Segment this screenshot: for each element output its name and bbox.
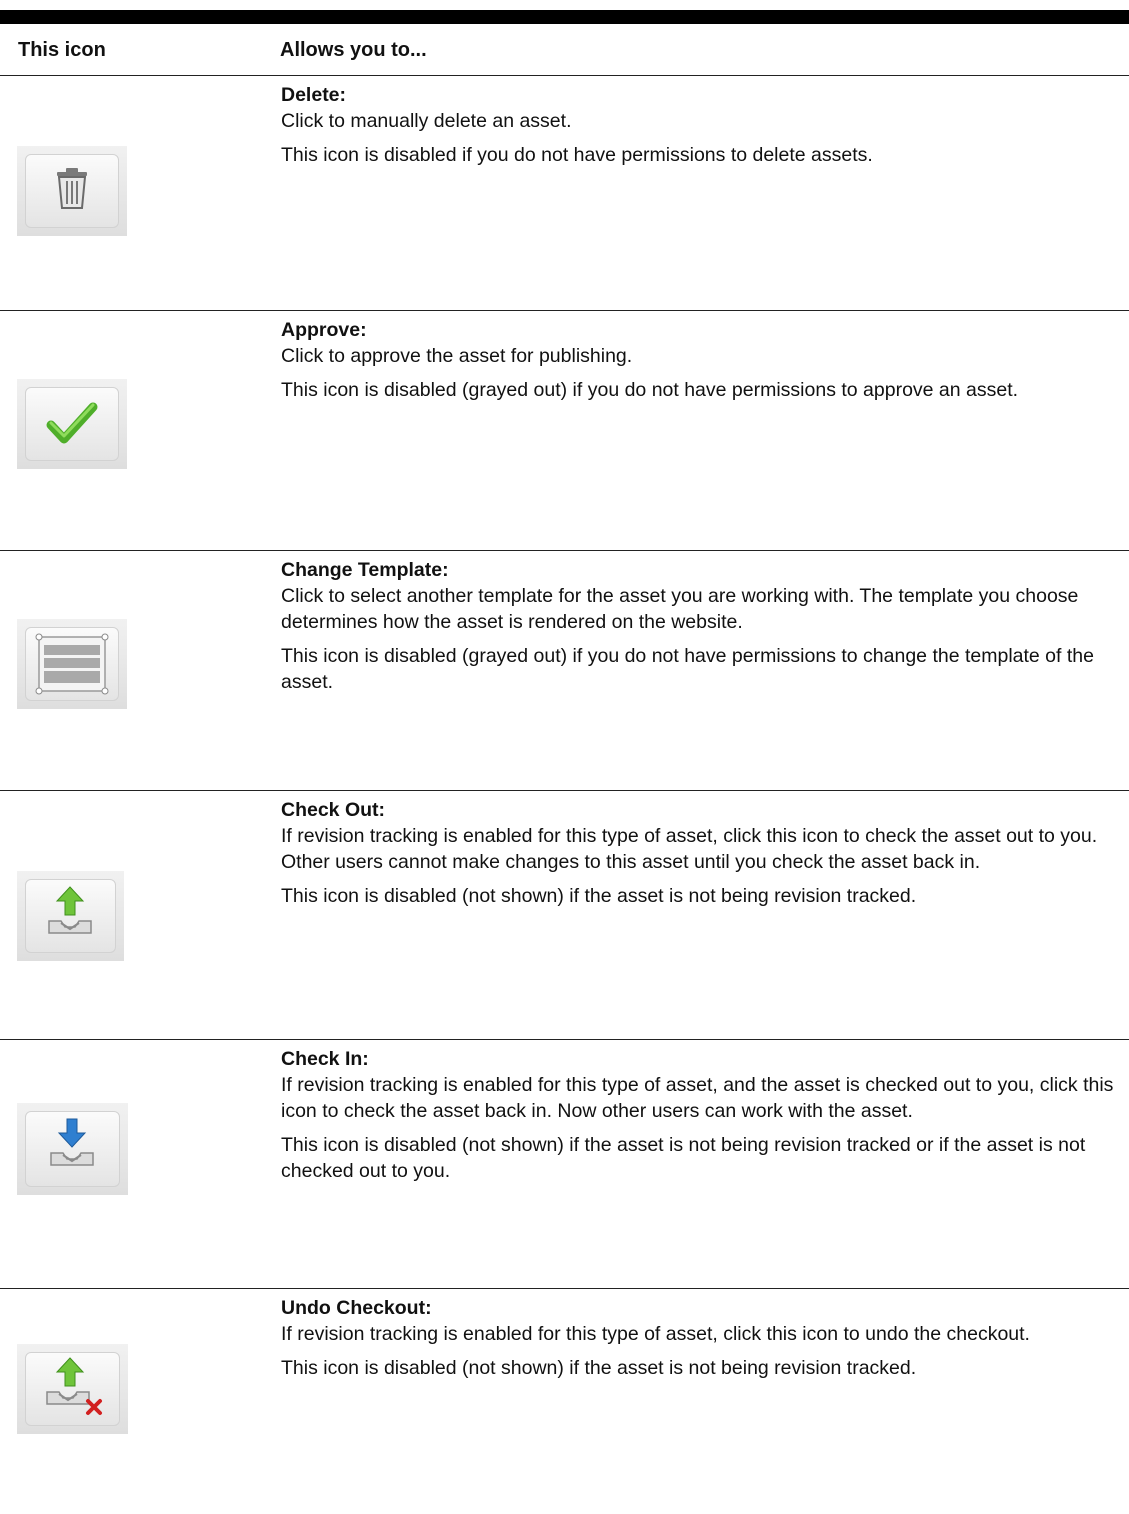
row-paragraph: This icon is disabled if you do not have… — [281, 144, 873, 166]
row-title: Check In: — [281, 1048, 369, 1070]
row-description: Change Template: Click to select another… — [281, 557, 1121, 703]
row-title: Change Template: — [281, 559, 449, 581]
row-paragraph: This icon is disabled (grayed out) if yo… — [281, 379, 1019, 401]
row-description: Approve: Click to approve the asset for … — [281, 317, 1121, 411]
table-header: This icon Allows you to... — [0, 24, 1129, 75]
row-paragraph: If revision tracking is enabled for this… — [281, 1323, 1030, 1345]
check-in-icon — [17, 1103, 128, 1195]
row-title: Delete: — [281, 84, 347, 106]
top-rule — [0, 10, 1129, 24]
row-description: Undo Checkout: If revision tracking is e… — [281, 1295, 1121, 1389]
row-title: Approve: — [281, 319, 367, 341]
table-row: Check Out: If revision tracking is enabl… — [0, 791, 1129, 1039]
check-out-icon — [17, 871, 124, 961]
trash-icon — [17, 146, 127, 236]
row-title: Check Out: — [281, 799, 386, 821]
row-paragraph: This icon is disabled (not shown) if the… — [281, 1357, 917, 1379]
row-title: Undo Checkout: — [281, 1297, 432, 1319]
table-row: Check In: If revision tracking is enable… — [0, 1040, 1129, 1288]
template-icon — [17, 619, 127, 709]
table-row: Delete: Click to manually delete an asse… — [0, 76, 1129, 310]
column-header-icon: This icon — [18, 39, 106, 61]
column-header-description: Allows you to... — [280, 39, 427, 61]
undo-checkout-icon — [17, 1344, 128, 1434]
checkmark-icon — [17, 379, 127, 469]
table-row: Approve: Click to approve the asset for … — [0, 311, 1129, 550]
row-paragraph: This icon is disabled (not shown) if the… — [281, 1134, 1086, 1182]
row-description: Check Out: If revision tracking is enabl… — [281, 797, 1121, 917]
row-paragraph: Click to select another template for the… — [281, 585, 1079, 633]
row-paragraph: If revision tracking is enabled for this… — [281, 1074, 1114, 1122]
row-paragraph: This icon is disabled (not shown) if the… — [281, 885, 917, 907]
row-paragraph: If revision tracking is enabled for this… — [281, 825, 1098, 873]
row-description: Delete: Click to manually delete an asse… — [281, 82, 1121, 176]
row-paragraph: Click to approve the asset for publishin… — [281, 345, 633, 367]
row-description: Check In: If revision tracking is enable… — [281, 1046, 1121, 1192]
table-row: Change Template: Click to select another… — [0, 551, 1129, 790]
row-paragraph: This icon is disabled (grayed out) if yo… — [281, 645, 1094, 693]
table-row: Undo Checkout: If revision tracking is e… — [0, 1289, 1129, 1509]
row-paragraph: Click to manually delete an asset. — [281, 110, 572, 132]
